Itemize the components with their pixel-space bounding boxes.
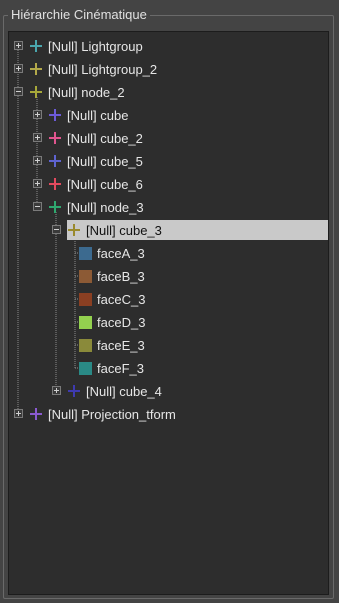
tree-item-content: [Null] node_2 — [29, 82, 131, 102]
tree-item-content: faceF_3 — [79, 358, 150, 378]
tree-item-label: faceB_3 — [97, 268, 145, 284]
collapse-icon[interactable] — [52, 225, 61, 234]
tree-item-cube-2[interactable]: [Null] cube_2 — [9, 127, 328, 149]
material-swatch-icon — [79, 315, 92, 329]
tree-item-content: [Null] node_3 — [48, 197, 150, 217]
tree-item-content: [Null] cube_3 — [67, 220, 328, 240]
tree-item-label: [Null] Projection_tform — [48, 406, 176, 422]
null-object-icon — [68, 224, 80, 236]
tree-item-face-facee-3[interactable]: faceE_3 — [9, 334, 328, 356]
panel-title: Hiérarchie Cinématique — [8, 6, 150, 23]
tree-item-lightgroup[interactable]: [Null] Lightgroup — [9, 35, 328, 57]
null-object-icon — [49, 109, 61, 121]
expand-icon[interactable] — [14, 409, 23, 418]
tree-item-label: [Null] cube_6 — [67, 176, 143, 192]
tree-item-node-2[interactable]: [Null] node_2 — [9, 81, 328, 103]
tree-item-content: [Null] Projection_tform — [29, 404, 182, 424]
tree-item-label: [Null] Lightgroup — [48, 38, 143, 54]
collapse-icon[interactable] — [33, 202, 42, 211]
material-swatch-icon — [79, 338, 92, 352]
tree-item-label: [Null] cube_2 — [67, 130, 143, 146]
tree-item-node-3[interactable]: [Null] node_3 — [9, 196, 328, 218]
tree-item-content: faceB_3 — [79, 266, 151, 286]
material-swatch-icon — [79, 361, 92, 375]
kinematic-hierarchy-panel: Hiérarchie Cinématique [Null] Lightgroup… — [0, 0, 339, 603]
expand-icon[interactable] — [52, 386, 61, 395]
tree-item-label: faceE_3 — [97, 337, 145, 353]
tree-item-cube-4[interactable]: [Null] cube_4 — [9, 380, 328, 402]
tree-item-cube-6[interactable]: [Null] cube_6 — [9, 173, 328, 195]
tree-item-cube-5[interactable]: [Null] cube_5 — [9, 150, 328, 172]
expand-icon[interactable] — [33, 110, 42, 119]
null-object-icon — [49, 178, 61, 190]
null-object-icon — [68, 385, 80, 397]
null-object-icon — [49, 155, 61, 167]
material-swatch-icon — [79, 246, 92, 260]
tree-item-face-facec-3[interactable]: faceC_3 — [9, 288, 328, 310]
tree-item-face-faceb-3[interactable]: faceB_3 — [9, 265, 328, 287]
null-object-icon — [30, 63, 42, 75]
tree-item-label: faceD_3 — [97, 314, 146, 330]
expand-icon[interactable] — [14, 41, 23, 50]
tree-item-label: faceA_3 — [97, 245, 145, 261]
tree-item-label: [Null] cube_3 — [86, 222, 162, 238]
expand-icon[interactable] — [33, 156, 42, 165]
tree-item-label: [Null] Lightgroup_2 — [48, 61, 158, 77]
material-swatch-icon — [79, 292, 92, 306]
tree-item-content: faceC_3 — [79, 289, 151, 309]
tree-item-label: [Null] cube_5 — [67, 153, 143, 169]
tree-item-face-faced-3[interactable]: faceD_3 — [9, 311, 328, 333]
expand-icon[interactable] — [33, 133, 42, 142]
tree-item-content: [Null] cube — [48, 105, 134, 125]
null-object-icon — [49, 201, 61, 213]
null-object-icon — [30, 40, 42, 52]
tree-item-projection-tform[interactable]: [Null] Projection_tform — [9, 403, 328, 425]
tree-item-label: [Null] cube — [67, 107, 129, 123]
tree-item-cube[interactable]: [Null] cube — [9, 104, 328, 126]
tree-item-content: faceE_3 — [79, 335, 151, 355]
tree-item-label: faceC_3 — [97, 291, 146, 307]
tree-item-content: faceA_3 — [79, 243, 151, 263]
tree-item-content: [Null] cube_4 — [67, 381, 168, 401]
tree-item-label: [Null] node_3 — [67, 199, 144, 215]
tree-item-content: [Null] cube_5 — [48, 151, 149, 171]
null-object-icon — [49, 132, 61, 144]
tree-item-content: faceD_3 — [79, 312, 151, 332]
tree-item-content: [Null] cube_6 — [48, 174, 149, 194]
tree-item-lightgroup-2[interactable]: [Null] Lightgroup_2 — [9, 58, 328, 80]
expand-icon[interactable] — [14, 64, 23, 73]
material-swatch-icon — [79, 269, 92, 283]
expand-icon[interactable] — [33, 179, 42, 188]
null-object-icon — [30, 408, 42, 420]
tree-item-face-facef-3[interactable]: faceF_3 — [9, 357, 328, 379]
tree-item-label: [Null] node_2 — [48, 84, 125, 100]
null-object-icon — [30, 86, 42, 98]
collapse-icon[interactable] — [14, 87, 23, 96]
tree-item-face-facea-3[interactable]: faceA_3 — [9, 242, 328, 264]
tree-item-cube-3[interactable]: [Null] cube_3 — [9, 219, 328, 241]
tree-item-content: [Null] Lightgroup — [29, 36, 149, 56]
tree-item-label: [Null] cube_4 — [86, 383, 162, 399]
hierarchy-tree[interactable]: [Null] Lightgroup [Null] Lightgroup_2 [Nul… — [8, 31, 329, 595]
tree-item-content: [Null] cube_2 — [48, 128, 149, 148]
tree-item-content: [Null] Lightgroup_2 — [29, 59, 163, 79]
tree-item-label: faceF_3 — [97, 360, 144, 376]
